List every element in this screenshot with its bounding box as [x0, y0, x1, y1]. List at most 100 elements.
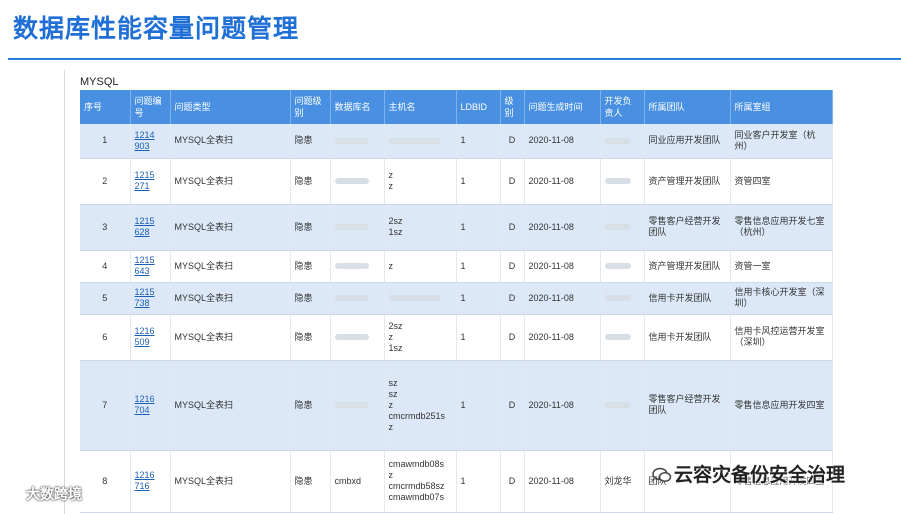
grade: D [500, 250, 525, 283]
host-name: sz sz z cmcrmdb251s z [384, 360, 457, 451]
created-time: 2020-11-08 [524, 250, 601, 283]
column-header: 主机名 [384, 90, 457, 124]
owner-text: 刘龙华 [604, 475, 632, 486]
ldbid: 1 [456, 282, 501, 315]
issue-id-part: 271 [134, 181, 150, 191]
redacted-text [334, 295, 369, 302]
column-header: 数据库名 [330, 90, 385, 124]
team: 资产管理开发团队 [644, 158, 731, 205]
issue-id-link[interactable]: 1214 903 [135, 130, 155, 151]
issue-id-link[interactable]: 1215 271 [135, 170, 155, 191]
host-line: z [388, 399, 394, 410]
redacted-text [334, 224, 369, 231]
issue-id-part: 1215 [134, 287, 155, 297]
row-number: 2 [80, 158, 131, 205]
table-row: 2 1215 271 MYSQL全表扫 隐患 z z 1 D 2020-11-08 资产管理开发团队… [80, 158, 833, 205]
created-time: 2020-11-08 [524, 282, 601, 315]
redacted-text [388, 137, 441, 144]
ldbid: 1 [456, 450, 501, 513]
issue-id-link[interactable]: 1215 643 [135, 255, 155, 276]
grade: D [500, 282, 525, 315]
grade: D [500, 314, 525, 361]
host-line: 1sz [388, 227, 403, 237]
page-title: 数据库性能容量问题管理 [13, 14, 300, 43]
issue-type: MYSQL全表扫 [170, 282, 291, 315]
owner [600, 250, 645, 283]
issue-id-part: 738 [134, 298, 150, 308]
issue-level: 隐患 [290, 314, 331, 361]
issue-type: MYSQL全表扫 [170, 360, 291, 451]
host-line: 1sz [388, 342, 403, 353]
redacted-text [388, 295, 441, 302]
brand-logo-icon [4, 487, 22, 501]
watermark-brand: 大数跨境 [4, 484, 82, 504]
issue-id-cell: 1215 271 [130, 158, 171, 205]
host-line: cmawmdb08s [388, 459, 445, 469]
group: 资管一室 [730, 250, 833, 283]
watermark-right-text: 云容灾备份安全治理 [674, 465, 846, 486]
table-row: 7 1216 704 MYSQL全表扫 隐患 sz sz z cmcrmdb251s z 1 D 202… [80, 360, 833, 451]
row-number: 6 [80, 314, 131, 361]
column-header: 问题生成时间 [524, 90, 601, 124]
host-line: z [388, 181, 394, 191]
host-line: cmawmdb07s [388, 492, 445, 502]
host-name [384, 124, 457, 159]
issue-type: MYSQL全表扫 [170, 158, 291, 205]
issue-id-part: 1215 [134, 255, 155, 265]
issue-id-link[interactable]: 1215 738 [135, 287, 155, 308]
grade: D [500, 360, 525, 451]
redacted-text [604, 295, 631, 302]
column-header: 开发负责人 [600, 90, 645, 124]
table-row: 6 1216 509 MYSQL全表扫 隐患 2sz z 1sz 1 D 2020-11-08 信用卡… [80, 314, 833, 361]
ldbid: 1 [456, 250, 501, 283]
group: 资管四室 [730, 158, 833, 205]
host-line: z [388, 421, 394, 432]
issue-id-cell: 1215 643 [130, 250, 171, 283]
owner [600, 282, 645, 315]
issue-id-part: 716 [134, 481, 150, 491]
host-name: zz [384, 158, 457, 205]
row-number: 8 [80, 450, 131, 513]
issue-id-link[interactable]: 1215 628 [135, 216, 155, 237]
issue-id-cell: 1215 738 [130, 282, 171, 315]
issue-id-part: 1216 [134, 470, 155, 480]
left-guide-line [64, 70, 65, 514]
created-time: 2020-11-08 [524, 124, 601, 159]
ldbid: 1 [456, 314, 501, 361]
issue-level: 隐患 [290, 450, 331, 513]
issue-id-link[interactable]: 1216 716 [135, 470, 155, 491]
team: 资产管理开发团队 [644, 250, 731, 283]
host-line: z [388, 170, 394, 180]
host-name: z [384, 250, 457, 283]
watermark-left-text: 大数跨境 [26, 486, 82, 502]
column-header: 序号 [80, 90, 131, 124]
team: 同业应用开发团队 [644, 124, 731, 159]
issue-type: MYSQL全表扫 [170, 124, 291, 159]
issue-id-cell: 1216 509 [130, 314, 171, 361]
host-name: 2sz z 1sz [384, 314, 457, 361]
db-name [330, 314, 385, 361]
created-time: 2020-11-08 [524, 314, 601, 361]
host-line: 2sz [388, 216, 403, 226]
owner [600, 204, 645, 251]
group: 零售信息应用开发七室（杭州） [730, 204, 833, 251]
issue-id-link[interactable]: 1216 509 [135, 326, 155, 347]
db-name-text: cmbxd [334, 475, 362, 486]
redacted-text [334, 402, 369, 409]
row-number: 4 [80, 250, 131, 283]
row-number: 3 [80, 204, 131, 251]
redacted-text [604, 137, 631, 144]
host-line: sz [388, 377, 398, 388]
issue-id-part: 643 [134, 266, 150, 276]
team: 信用卡开发团队 [644, 282, 731, 315]
issue-id-link[interactable]: 1216 704 [135, 394, 155, 415]
title-divider [8, 58, 901, 60]
group: 信用卡核心开发室（深圳） [730, 282, 833, 315]
host-name: 2sz 1sz [384, 204, 457, 251]
host-line: z [388, 470, 394, 480]
column-header: 问题级别 [290, 90, 331, 124]
grade: D [500, 124, 525, 159]
redacted-text [604, 402, 631, 409]
ldbid: 1 [456, 204, 501, 251]
redacted-text [334, 334, 369, 341]
